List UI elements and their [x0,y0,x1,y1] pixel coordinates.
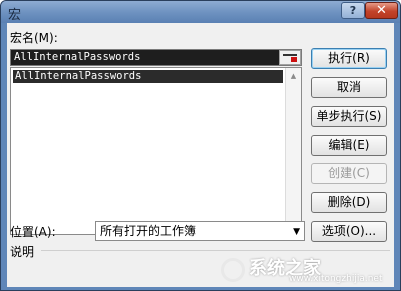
description-label: 说明 [10,245,35,259]
options-button[interactable]: 选项(O)... [311,221,387,242]
location-select[interactable]: 所有打开的工作簿 ▼ [95,221,305,241]
dialog-body: 宏名(M): AllInternalPasswords AllInternalP… [7,23,394,287]
cancel-button[interactable]: 取消 [311,77,387,98]
watermark-logo-icon [221,258,245,282]
close-button[interactable]: ✕ [365,2,398,19]
macro-dialog: 宏 ? ✕ 宏名(M): AllInternalPasswords AllInt… [0,0,401,291]
window-title: 宏 [8,8,22,23]
watermark-url: www.xitongzhijia.net [289,274,383,284]
macro-list[interactable]: AllInternalPasswords ▲ ▼ [10,67,302,235]
location-value: 所有打开的工作簿 [100,224,197,238]
macro-name-input[interactable]: AllInternalPasswords [10,49,302,66]
scroll-up-icon[interactable]: ▲ [286,68,301,84]
chevron-down-icon[interactable]: ▼ [293,223,300,241]
create-button[interactable]: 创建(C) [311,163,387,184]
edit-button[interactable]: 编辑(E) [311,135,387,156]
collapse-dialog-icon[interactable] [279,50,301,65]
title-bar[interactable]: 宏 ? ✕ [1,1,400,23]
location-label: 位置(A): [10,225,56,239]
run-button[interactable]: 执行(R) [311,48,387,69]
macro-name-label: 宏名(M): [10,31,58,45]
description-divider [41,250,390,251]
watermark: 系统之家 www.xitongzhijia.net [219,254,399,286]
help-button[interactable]: ? [341,2,365,19]
list-item[interactable]: AllInternalPasswords [13,70,283,83]
delete-button[interactable]: 删除(D) [311,192,387,213]
list-scrollbar[interactable]: ▲ ▼ [285,68,301,234]
step-into-button[interactable]: 单步执行(S) [311,106,387,127]
